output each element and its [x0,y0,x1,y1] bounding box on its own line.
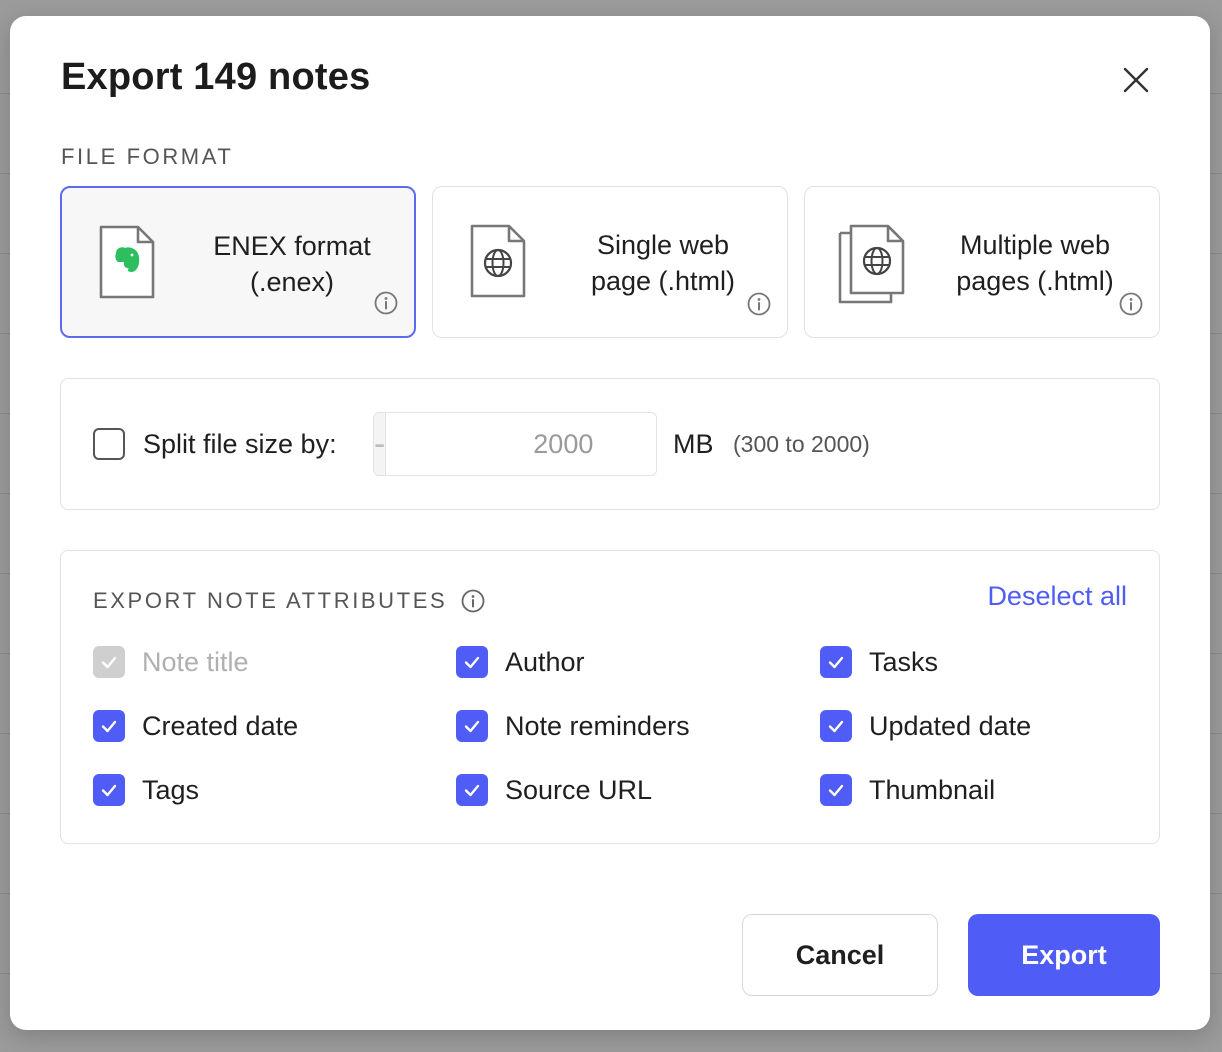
split-size-input[interactable] [386,413,656,475]
cancel-button[interactable]: Cancel [742,914,938,996]
dialog-title: Export 149 notes [61,56,371,98]
attribute-label: Tags [142,774,200,805]
attribute-checkbox[interactable] [93,774,125,806]
format-option-enex[interactable]: ENEX format (.enex) [60,186,416,338]
size-unit: MB [673,429,714,459]
info-icon[interactable] [1119,292,1143,321]
export-attributes-label: EXPORT NOTE ATTRIBUTES [93,588,485,614]
format-label-line2: (.enex) [249,267,335,297]
attribute-updated-date[interactable]: Updated date [820,709,1031,743]
export-button[interactable]: Export [968,914,1160,996]
attribute-checkbox[interactable] [93,646,125,678]
attribute-label: Author [505,646,585,677]
close-icon [1123,67,1149,93]
attribute-checkbox[interactable] [820,774,852,806]
attribute-label: Updated date [869,710,1032,741]
attribute-label: Source URL [505,774,653,805]
checkmark-icon [464,720,480,733]
split-file-size-checkbox[interactable] [93,428,125,460]
format-label: Multiple web pages (.html) [925,227,1145,299]
split-size-stepper: - + [373,412,657,476]
checkmark-icon [828,720,844,733]
export-attributes-section: EXPORT NOTE ATTRIBUTES Deselect all Note… [60,550,1160,844]
attribute-thumbnail[interactable]: Thumbnail [820,773,995,807]
globe-file-icon [469,223,527,304]
format-option-multiple-html[interactable]: Multiple web pages (.html) [804,186,1160,338]
format-label-line1: Single web [596,230,730,260]
format-label-line2: page (.html) [590,266,736,296]
attribute-checkbox[interactable] [93,710,125,742]
checkmark-icon [101,784,117,797]
checkmark-icon [464,656,480,669]
attribute-label: Tasks [869,646,939,677]
attribute-source-url[interactable]: Source URL [456,773,652,807]
attribute-checkbox[interactable] [456,646,488,678]
attribute-author[interactable]: Author [456,645,585,679]
attribute-label: Thumbnail [869,774,996,805]
format-option-single-html[interactable]: Single web page (.html) [432,186,788,338]
attribute-checkbox[interactable] [820,646,852,678]
attribute-created-date[interactable]: Created date [93,709,298,743]
attribute-label: Note title [142,646,249,677]
size-range-hint: (300 to 2000) [733,431,870,457]
attribute-label: Created date [142,710,299,741]
attribute-checkbox[interactable] [456,710,488,742]
split-file-size-section: Split file size by: - + MB (300 to 2000) [60,378,1160,510]
checkmark-icon [828,656,844,669]
info-icon[interactable] [747,292,771,321]
attribute-note-title[interactable]: Note title [93,645,249,679]
format-label-line1: Multiple web [959,230,1111,260]
file-format-label: FILE FORMAT [61,144,234,169]
info-icon[interactable] [461,589,485,613]
deselect-all-link[interactable]: Deselect all [987,581,1127,612]
attribute-note-reminders[interactable]: Note reminders [456,709,690,743]
checkmark-icon [464,784,480,797]
checkmark-icon [828,784,844,797]
format-label-line2: pages (.html) [956,266,1114,296]
split-file-size-label: Split file size by: [143,429,337,459]
attribute-checkbox[interactable] [820,710,852,742]
close-button[interactable] [1116,60,1156,100]
checkmark-icon [101,656,117,669]
export-dialog: Export 149 notes FILE FORMAT ENEX format… [10,16,1210,1030]
attribute-checkbox[interactable] [456,774,488,806]
decrement-button[interactable]: - [374,413,387,475]
format-label: Single web page (.html) [553,227,773,299]
attribute-tags[interactable]: Tags [93,773,199,807]
attribute-tasks[interactable]: Tasks [820,645,938,679]
checkmark-icon [101,720,117,733]
format-label-line1: ENEX format [213,231,371,261]
format-label: ENEX format (.enex) [182,228,402,300]
info-icon[interactable] [374,291,398,320]
attribute-label: Note reminders [505,710,690,741]
evernote-file-icon [98,224,156,305]
export-attributes-label-text: EXPORT NOTE ATTRIBUTES [93,588,448,613]
multiple-globe-files-icon [837,223,909,310]
